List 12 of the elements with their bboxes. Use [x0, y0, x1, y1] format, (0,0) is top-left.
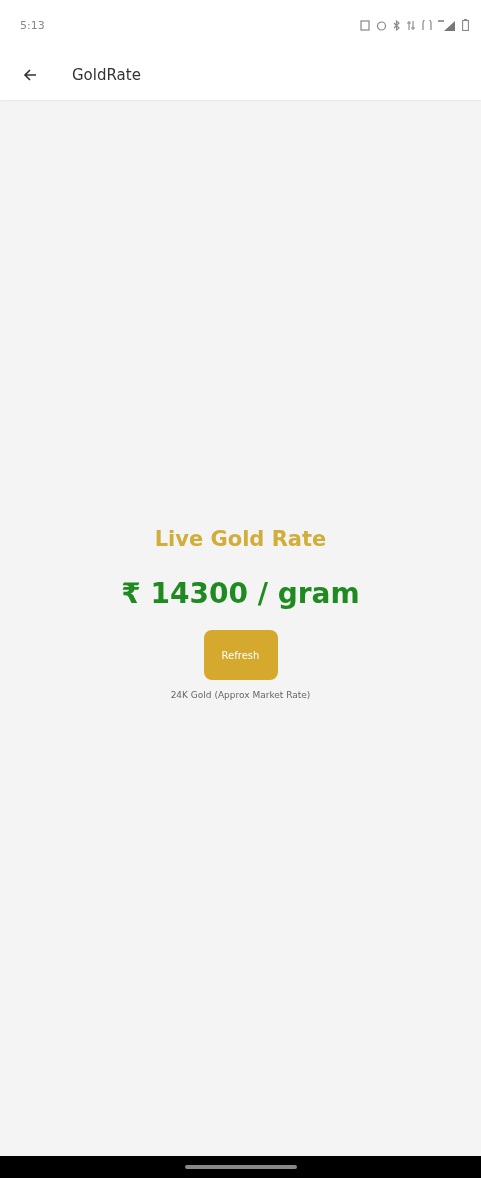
battery-icon	[462, 19, 469, 31]
data-icon	[406, 19, 416, 31]
bluetooth-icon	[393, 19, 400, 31]
signal-icon	[438, 19, 456, 31]
caption: 24K Gold (Approx Market Rate)	[170, 690, 311, 700]
back-arrow-icon	[23, 69, 37, 81]
refresh-button[interactable]: Refresh	[203, 630, 278, 680]
heading: Live Gold Rate	[154, 527, 327, 551]
back-button[interactable]	[22, 67, 38, 83]
price-per-gram: ₹ 14300 / gram	[121, 577, 360, 610]
app-title: GoldRate	[72, 66, 141, 84]
status-time: 5:13	[20, 18, 45, 32]
